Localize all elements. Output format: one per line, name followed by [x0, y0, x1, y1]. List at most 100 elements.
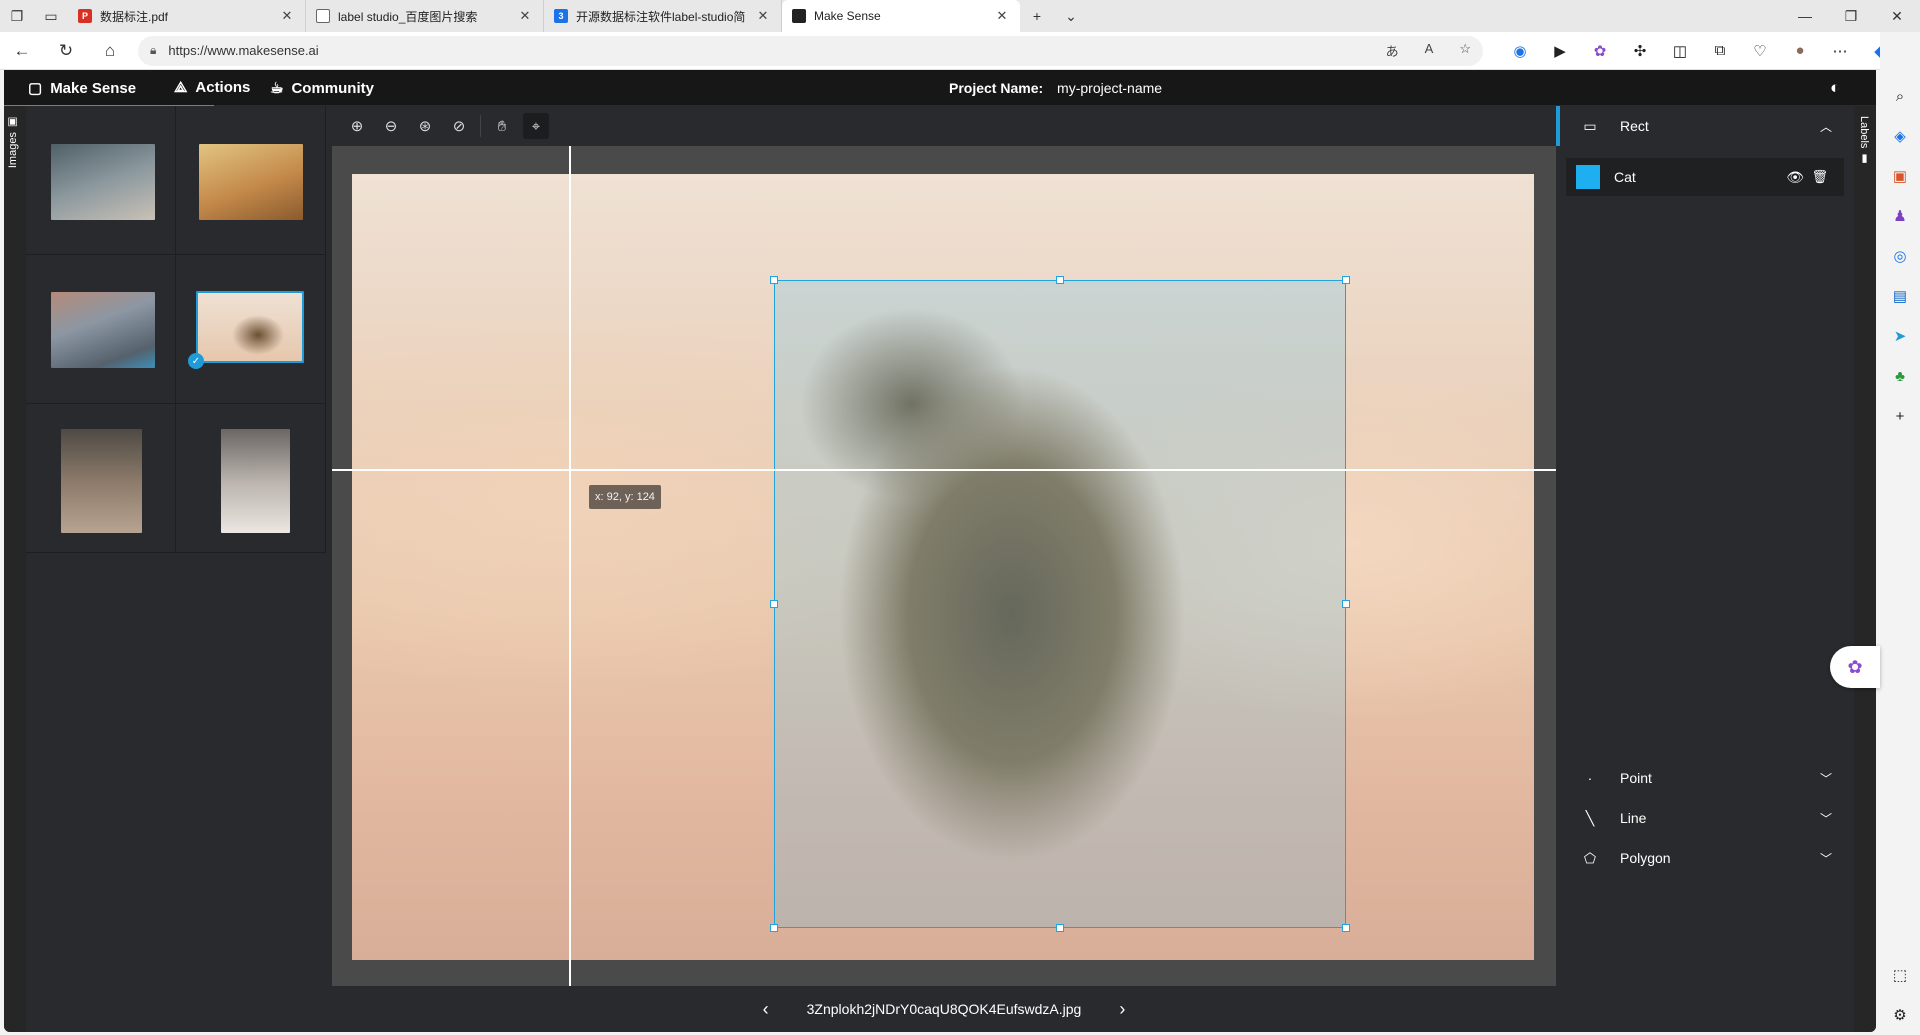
read-aloud-icon[interactable]: A — [1425, 41, 1434, 60]
label-color-swatch[interactable] — [1576, 165, 1600, 189]
thumbnail-item[interactable] — [176, 106, 326, 255]
play-icon[interactable]: ▶ — [1551, 42, 1569, 60]
settings-gear-icon[interactable]: ⚙ — [1880, 995, 1920, 1035]
resize-handle[interactable] — [770, 600, 778, 608]
brain-icon[interactable]: ✿ — [1591, 42, 1609, 60]
resize-handle[interactable] — [1342, 924, 1350, 932]
games-icon[interactable]: ♟ — [1880, 196, 1920, 236]
thumbnail-item-selected[interactable]: ✓ — [176, 255, 326, 404]
previous-image-icon[interactable]: ‹ — [763, 999, 769, 1020]
browser-tab-bar: ❐ ▭ P 数据标注.pdf ✕ label studio_百度图片搜索 ✕ 3… — [0, 0, 1920, 32]
browser-tab-baidu[interactable]: label studio_百度图片搜索 ✕ — [306, 0, 544, 32]
tab-title: 开源数据标注软件label-studio简 — [576, 9, 746, 24]
url-text: https://www.makesense.ai — [168, 43, 319, 58]
tree-icon[interactable]: ♣ — [1880, 356, 1920, 396]
cursor-crosshair-icon[interactable]: ⌖ — [523, 113, 549, 139]
pan-hand-icon[interactable]: ✋︎ — [489, 113, 515, 139]
extension-icon[interactable]: ◉ — [1511, 42, 1529, 60]
close-icon[interactable]: ✕ — [517, 8, 533, 24]
thumbnail-item[interactable] — [26, 106, 176, 255]
browser-tab-label-studio[interactable]: 3 开源数据标注软件label-studio简 ✕ — [544, 0, 782, 32]
community-link[interactable]: ☕︎ Community — [270, 79, 374, 98]
extensions-puzzle-icon[interactable]: ✣ — [1631, 42, 1649, 60]
avatar[interactable]: ● — [1791, 42, 1809, 59]
browser-tab-pdf[interactable]: P 数据标注.pdf ✕ — [68, 0, 306, 32]
cursor-coordinates: x: 92, y: 124 — [589, 485, 661, 509]
browser-tab-make-sense[interactable]: Make Sense ✕ — [782, 0, 1020, 32]
performance-icon[interactable]: ♡ — [1751, 42, 1769, 60]
workspaces-icon[interactable]: ❐ — [0, 0, 34, 32]
close-icon[interactable]: ✕ — [994, 8, 1010, 24]
home-icon[interactable]: ⌂ — [88, 41, 132, 61]
resize-handle[interactable] — [1342, 276, 1350, 284]
project-name-value[interactable]: my-project-name — [1057, 80, 1162, 96]
window-close-icon[interactable]: ✕ — [1874, 8, 1920, 25]
favorite-star-icon[interactable]: ☆ — [1459, 41, 1471, 60]
labels-side-tab[interactable]: Labels ▮ — [1854, 106, 1876, 1032]
zoom-max-icon[interactable]: ⊘ — [446, 113, 472, 139]
bounding-box-cat[interactable] — [770, 276, 1350, 932]
labels-panel: ▭ Rect ︿ Cat 👁︎ 🗑︎ · Point ﹀ ╲ Line ﹀ ⬠ … — [1556, 106, 1854, 1032]
close-icon[interactable]: ✕ — [755, 8, 771, 24]
resize-handle[interactable] — [770, 924, 778, 932]
screenshot-icon[interactable]: ⬚ — [1880, 955, 1920, 995]
translate-icon[interactable]: あ — [1386, 41, 1399, 60]
tab-list-chevron-icon[interactable]: ⌄ — [1054, 0, 1088, 32]
tool-point[interactable]: · Point ﹀ — [1556, 758, 1854, 798]
chevron-up-icon[interactable]: ︿ — [1820, 118, 1832, 135]
thumbnail-item[interactable] — [26, 404, 176, 553]
search-icon[interactable]: ⌕ — [1880, 76, 1920, 116]
add-sidebar-app-icon[interactable]: + — [1880, 396, 1920, 436]
tab-title: 数据标注.pdf — [100, 9, 169, 24]
refresh-icon[interactable]: ↻ — [44, 41, 88, 61]
resize-handle[interactable] — [1056, 924, 1064, 932]
minimize-icon[interactable]: — — [1782, 8, 1828, 25]
tab-actions-icon[interactable]: ▭ — [34, 0, 68, 32]
visibility-eye-icon[interactable]: 👁︎ — [1786, 169, 1804, 186]
zoom-in-icon[interactable]: ⊕ — [344, 113, 370, 139]
editor-canvas[interactable]: x: 92, y: 124 — [332, 146, 1556, 986]
tool-label: Polygon — [1620, 850, 1671, 866]
tool-rect[interactable]: ▭ Rect ︿ — [1556, 106, 1854, 146]
shopping-tag-icon[interactable]: ◈ — [1880, 116, 1920, 156]
zoom-fit-icon[interactable]: ⊛ — [412, 113, 438, 139]
tool-polygon[interactable]: ⬠ Polygon ﹀ — [1556, 838, 1854, 878]
crosshair-horizontal — [332, 469, 1556, 471]
send-icon[interactable]: ➤ — [1880, 316, 1920, 356]
address-bar[interactable]: 🔒︎ https://www.makesense.ai あ A ☆ — [138, 35, 1483, 66]
chevron-down-icon[interactable]: ﹀ — [1820, 810, 1832, 827]
outlook-icon[interactable]: ▤ — [1880, 276, 1920, 316]
close-icon[interactable]: ✕ — [279, 8, 295, 24]
back-icon[interactable]: ← — [0, 41, 44, 61]
github-icon[interactable]: ◐ — [1830, 78, 1840, 98]
resize-handle[interactable] — [1056, 276, 1064, 284]
thumbnail-item[interactable] — [176, 404, 326, 553]
more-icon[interactable]: ⋯ — [1831, 42, 1849, 60]
images-side-tab[interactable]: Images ▣ — [4, 106, 26, 1032]
chevron-down-icon[interactable]: ﹀ — [1820, 770, 1832, 787]
restore-icon[interactable]: ❐ — [1828, 8, 1874, 25]
point-icon: · — [1587, 770, 1593, 786]
resize-handle[interactable] — [770, 276, 778, 284]
thumbnail-item[interactable] — [26, 255, 176, 404]
ai-assistant-brain-icon[interactable]: ✿ — [1830, 646, 1880, 688]
lock-icon[interactable]: 🔒︎ — [150, 43, 156, 58]
labels-tab-label: Labels ▮ — [1858, 116, 1870, 165]
delete-trash-icon[interactable]: 🗑︎ — [1811, 169, 1828, 185]
window-controls: — ❐ ✕ — [1782, 8, 1920, 25]
chevron-down-icon[interactable]: ﹀ — [1820, 850, 1832, 867]
collections-icon[interactable]: ⧉ — [1711, 42, 1729, 59]
new-tab-icon[interactable]: + — [1020, 0, 1054, 32]
resize-handle[interactable] — [1342, 600, 1350, 608]
office-icon[interactable]: ◎ — [1880, 236, 1920, 276]
project-name-area: Project Name: my-project-name — [949, 80, 1162, 96]
brand-logo[interactable]: ▢ Make Sense — [4, 79, 215, 107]
tool-line[interactable]: ╲ Line ﹀ — [1556, 798, 1854, 838]
next-image-icon[interactable]: › — [1119, 999, 1125, 1020]
split-screen-icon[interactable]: ◫ — [1671, 42, 1689, 60]
zoom-out-icon[interactable]: ⊖ — [378, 113, 404, 139]
actions-menu[interactable]: ⟁ Actions — [174, 79, 250, 96]
label-item-cat[interactable]: Cat 👁︎ 🗑︎ — [1566, 158, 1844, 196]
toolbox-icon[interactable]: ▣ — [1880, 156, 1920, 196]
community-label: Community — [291, 79, 374, 97]
